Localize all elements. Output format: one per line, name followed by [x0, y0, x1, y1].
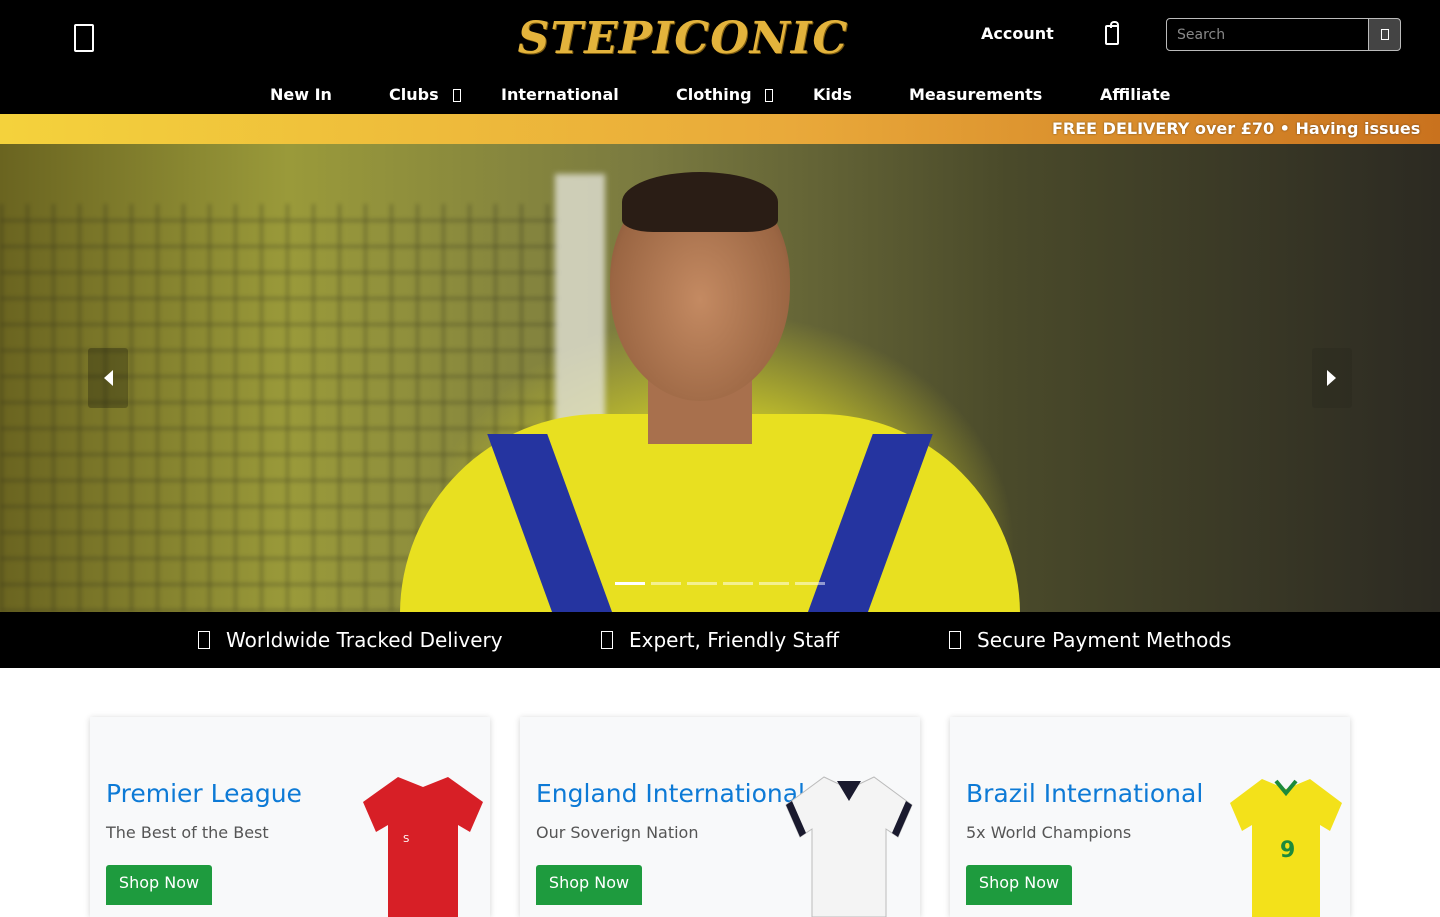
chevron-left-icon — [104, 370, 113, 386]
carousel-dot[interactable] — [687, 582, 717, 585]
hero-player-hair — [622, 172, 778, 232]
chevron-down-icon[interactable] — [453, 89, 461, 102]
nav-item-clubs[interactable]: Clubs — [389, 85, 439, 104]
feature-text: Secure Payment Methods — [977, 628, 1232, 652]
category-card-brazil[interactable]: Brazil International 5x World Champions … — [950, 717, 1350, 917]
hero-carousel — [0, 144, 1440, 612]
card-title[interactable]: Brazil International — [966, 779, 1203, 808]
card-title[interactable]: England International — [536, 779, 805, 808]
category-card-england[interactable]: England International Our Soverign Natio… — [520, 717, 920, 917]
shirt-image: 9 — [1230, 779, 1342, 917]
nav-item-kids[interactable]: Kids — [813, 85, 852, 104]
promo-text: FREE DELIVERY over £70 • Having issues — [1052, 119, 1421, 138]
user-icon — [601, 631, 613, 649]
carousel-dot[interactable] — [723, 582, 753, 585]
chevron-right-icon — [1327, 370, 1336, 386]
chevron-down-icon[interactable] — [765, 89, 773, 102]
hamburger-icon[interactable] — [74, 24, 94, 52]
carousel-dot[interactable] — [795, 582, 825, 585]
card-subtitle: 5x World Champions — [966, 823, 1132, 842]
shop-now-button[interactable]: Shop Now — [966, 865, 1072, 905]
site-logo[interactable]: STEPICONIC — [518, 10, 848, 66]
card-subtitle: The Best of the Best — [106, 823, 269, 842]
nav-item-affiliate[interactable]: Affiliate — [1100, 85, 1171, 104]
category-card-premier-league[interactable]: Premier League The Best of the Best Shop… — [90, 717, 490, 917]
shirt-image: S — [363, 777, 483, 917]
feature-text: Worldwide Tracked Delivery — [226, 628, 503, 652]
card-title[interactable]: Premier League — [106, 779, 302, 808]
site-header: STEPICONIC Account New In Clubs Internat… — [0, 0, 1440, 114]
svg-text:9: 9 — [1280, 838, 1295, 863]
promo-banner: FREE DELIVERY over £70 • Having issues — [0, 114, 1440, 144]
search-input[interactable] — [1166, 18, 1369, 51]
lock-icon — [949, 631, 961, 649]
carousel-dot[interactable] — [651, 582, 681, 585]
carousel-next-button[interactable] — [1312, 348, 1352, 408]
nav-item-measurements[interactable]: Measurements — [909, 85, 1042, 104]
feature-text: Expert, Friendly Staff — [629, 628, 840, 652]
shirt-image — [785, 776, 913, 917]
nav-item-new-in[interactable]: New In — [270, 85, 332, 104]
search-button[interactable] — [1368, 18, 1401, 51]
card-subtitle: Our Soverign Nation — [536, 823, 699, 842]
globe-icon — [198, 631, 210, 649]
nav-item-clothing[interactable]: Clothing — [676, 85, 752, 104]
nav-item-international[interactable]: International — [501, 85, 619, 104]
account-link[interactable]: Account — [981, 24, 1054, 43]
carousel-dot[interactable] — [759, 582, 789, 585]
shop-now-button[interactable]: Shop Now — [536, 865, 642, 905]
carousel-prev-button[interactable] — [88, 348, 128, 408]
svg-text:S: S — [403, 834, 409, 845]
search-icon — [1381, 29, 1389, 40]
carousel-dot[interactable] — [615, 582, 645, 585]
shop-now-button[interactable]: Shop Now — [106, 865, 212, 905]
shopping-bag-icon[interactable] — [1105, 21, 1119, 45]
